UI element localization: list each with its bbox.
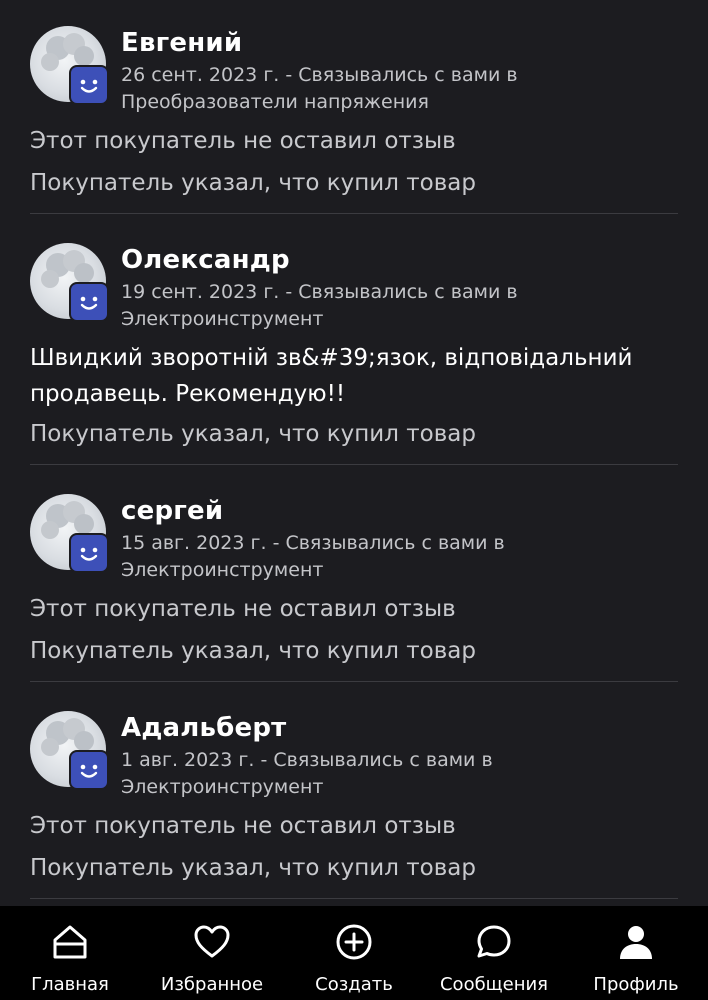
purchase-note: Покупатель указал, что купил товар: [30, 170, 476, 196]
purchase-note: Покупатель указал, что купил товар: [30, 855, 476, 881]
reviews-feed[interactable]: Евгений 26 сент. 2023 г. - Связывались с…: [0, 0, 708, 906]
smiley-face-icon: [71, 67, 107, 103]
avatar[interactable]: [30, 243, 108, 321]
nav-label: Главная: [31, 974, 109, 995]
review-comment: Этот покупатель не оставил отзыв: [30, 813, 456, 839]
review-meta: 1 авг. 2023 г. - Связывались с вами в Эл…: [121, 749, 493, 798]
purchase-note: Покупатель указал, что купил товар: [30, 421, 476, 447]
reviewer-name[interactable]: Олександр: [121, 245, 290, 275]
divider: [30, 213, 678, 214]
reviewer-name[interactable]: сергей: [121, 496, 223, 526]
reviewer-name[interactable]: Евгений: [121, 28, 242, 58]
review-comment: Этот покупатель не оставил отзыв: [30, 596, 456, 622]
avatar[interactable]: [30, 26, 108, 104]
avatar[interactable]: [30, 494, 108, 572]
divider: [30, 898, 678, 899]
divider: [30, 464, 678, 465]
purchase-note: Покупатель указал, что купил товар: [30, 638, 476, 664]
smiley-face-icon: [71, 535, 107, 571]
smiley-face-icon: [71, 752, 107, 788]
nav-messages[interactable]: Сообщения: [434, 906, 554, 1000]
avatar[interactable]: [30, 711, 108, 789]
review-meta: 15 авг. 2023 г. - Связывались с вами в Э…: [121, 532, 505, 581]
nav-home[interactable]: Главная: [10, 906, 130, 1000]
review-meta: 19 сент. 2023 г. - Связывались с вами в …: [121, 281, 518, 330]
nav-label: Избранное: [160, 974, 264, 995]
plus-circle-icon: [336, 924, 372, 960]
nav-label: Сообщения: [439, 974, 549, 995]
bottom-navigation: Главная Избранное Создать Сообщения Проф…: [0, 906, 708, 1000]
heart-icon: [194, 925, 230, 958]
divider: [30, 681, 678, 682]
person-icon: [620, 926, 652, 959]
smiley-face-icon: [71, 284, 107, 320]
nav-favorites[interactable]: Избранное: [152, 906, 272, 1000]
nav-label: Создать: [315, 974, 393, 995]
review-comment: Этот покупатель не оставил отзыв: [30, 128, 456, 154]
review-comment: Швидкий зворотній зв&#39;язок, відповіда…: [30, 345, 633, 407]
nav-label: Профиль: [593, 974, 679, 995]
reviewer-name[interactable]: Адальберт: [121, 713, 286, 743]
nav-create[interactable]: Создать: [294, 906, 414, 1000]
chat-bubble-icon: [477, 925, 511, 958]
home-icon: [53, 925, 87, 959]
nav-profile[interactable]: Профиль: [576, 906, 696, 1000]
review-meta: 26 сент. 2023 г. - Связывались с вами в …: [121, 64, 518, 113]
